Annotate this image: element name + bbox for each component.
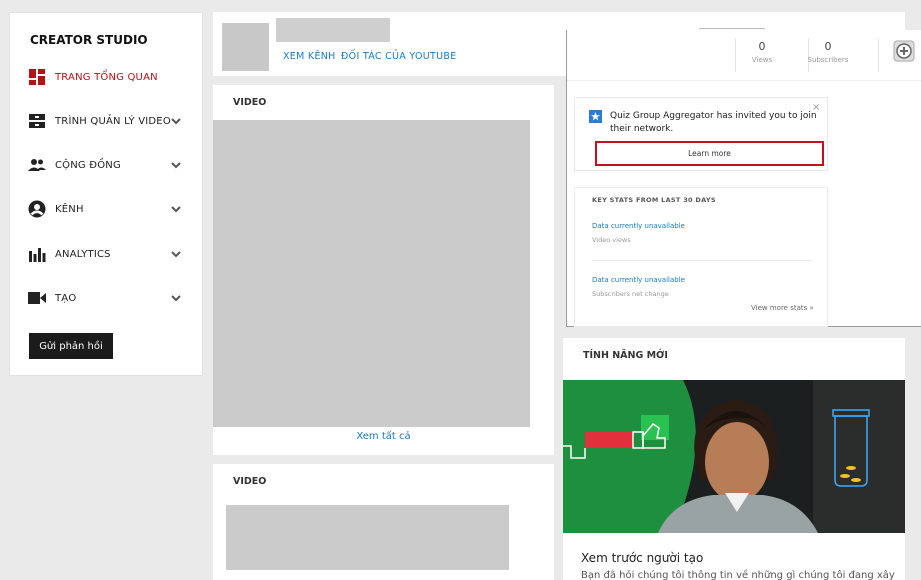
sidebar-item-label: ANALYTICS: [55, 248, 111, 260]
stat-label: Subscribers net change: [592, 290, 669, 298]
key-stats-header: KEY STATS FROM LAST 30 DAYS: [592, 196, 716, 204]
feature-title[interactable]: Xem trước người tạo: [581, 551, 703, 565]
subscribers-label: Subscribers: [807, 56, 849, 64]
divider: [592, 260, 812, 261]
avatar[interactable]: [222, 23, 269, 71]
analytics-icon: [29, 248, 46, 262]
sidebar-item-community[interactable]: CỘNG ĐỒNG: [10, 150, 204, 180]
video-card-header: VIDEO: [233, 476, 267, 487]
view-channel-link[interactable]: XEM KÊNH: [283, 51, 336, 62]
channel-name-placeholder: [276, 18, 390, 42]
sidebar-item-label: KÊNH: [55, 203, 84, 215]
channel-icon: [28, 200, 46, 218]
dashboard-icon: [29, 69, 45, 85]
sidebar-item-create[interactable]: TẠO: [10, 283, 204, 313]
sidebar-item-label: CỘNG ĐỒNG: [55, 159, 121, 171]
subscribers-count: 0: [824, 40, 832, 53]
chevron-down-icon[interactable]: [170, 159, 182, 171]
chevron-down-icon[interactable]: [170, 115, 182, 127]
data-unavailable-link[interactable]: Data currently unavailable: [592, 276, 685, 284]
sidebar-item-video-manager[interactable]: TRÌNH QUẢN LÝ VIDEO: [10, 106, 204, 136]
community-icon: [28, 159, 46, 171]
video-card: VIDEO Xem tất cả: [213, 85, 554, 455]
new-features-card: TÍNH NĂNG MỚI Xem trước người tạo Bạn đã…: [563, 338, 905, 580]
chevron-down-icon[interactable]: [170, 292, 182, 304]
divider: [878, 38, 879, 72]
divider: [699, 28, 765, 29]
views-label: Views: [751, 56, 773, 64]
chevron-down-icon[interactable]: [170, 203, 182, 215]
sidebar-item-label: TẠO: [55, 292, 77, 304]
video-thumbnail-placeholder[interactable]: [226, 505, 509, 570]
close-icon[interactable]: ×: [812, 102, 820, 113]
create-icon: [28, 292, 46, 304]
video-card: VIDEO: [213, 464, 554, 580]
feature-description: Bạn đã hỏi chúng tôi thông tin về những …: [581, 570, 895, 580]
sidebar-item-label: TRANG TỔNG QUAN: [55, 71, 158, 83]
stat-label: Video views: [592, 236, 631, 244]
creator-preview-image[interactable]: [563, 380, 905, 533]
creator-studio-title: CREATOR STUDIO: [30, 33, 148, 47]
youtube-partner-link[interactable]: ĐỐI TÁC CỦA YOUTUBE: [341, 51, 457, 62]
divider: [567, 80, 921, 81]
see-all-link[interactable]: Xem tất cả: [213, 431, 554, 442]
sidebar-item-analytics[interactable]: ANALYTICS: [10, 239, 204, 269]
channel-overview-panel: 0 Views 0 Subscribers Quiz Group Aggrega…: [566, 28, 921, 327]
learn-more-button[interactable]: Learn more: [595, 141, 824, 166]
star-badge-icon: [589, 110, 602, 123]
video-manager-icon: [29, 114, 45, 128]
sidebar-item-label: TRÌNH QUẢN LÝ VIDEO: [55, 115, 171, 127]
new-features-header: TÍNH NĂNG MỚI: [583, 350, 668, 361]
sidebar-item-channel[interactable]: KÊNH: [10, 194, 204, 224]
sidebar: CREATOR STUDIO TRANG TỔNG QUAN TRÌNH QUẢ…: [9, 12, 203, 376]
data-unavailable-link[interactable]: Data currently unavailable: [592, 222, 685, 230]
key-stats-card: KEY STATS FROM LAST 30 DAYS Data current…: [574, 187, 828, 327]
network-invite-card: Quiz Group Aggregator has invited you to…: [574, 97, 828, 171]
views-count: 0: [758, 40, 766, 53]
chevron-down-icon[interactable]: [170, 248, 182, 260]
view-more-stats-link[interactable]: View more stats »: [751, 304, 814, 312]
add-icon[interactable]: [893, 40, 915, 62]
send-feedback-button[interactable]: Gửi phản hồi: [29, 333, 113, 359]
sidebar-item-dashboard[interactable]: TRANG TỔNG QUAN: [10, 62, 204, 92]
invite-message: Quiz Group Aggregator has invited you to…: [610, 111, 817, 134]
video-card-header: VIDEO: [233, 97, 267, 108]
video-thumbnail-placeholder[interactable]: [213, 120, 530, 427]
